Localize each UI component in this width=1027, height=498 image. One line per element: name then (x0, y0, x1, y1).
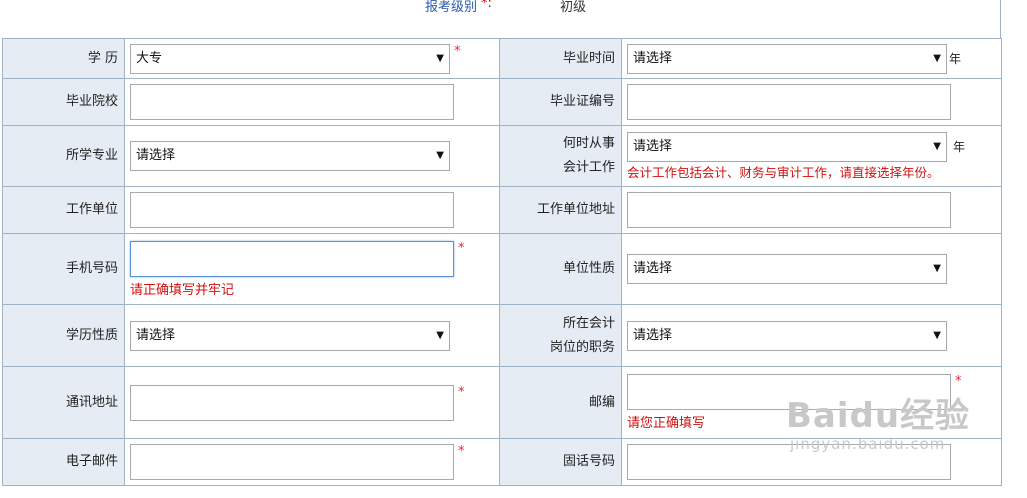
email-input[interactable] (130, 444, 454, 480)
grad-time-select[interactable]: 请选择 ▼ (627, 43, 947, 74)
watermark: Baidu经验 jingyan.baidu.com (786, 388, 970, 453)
position-select[interactable]: 请选择 ▼ (627, 320, 947, 351)
baidu-watermark-logo: Baidu经验 (786, 396, 971, 436)
school-input[interactable] (130, 84, 454, 120)
edu-type-label: 学历性质 (2, 304, 125, 367)
mobile-label: 手机号码 (2, 233, 125, 305)
work-since-hint: 会计工作包括会计、财务与审计工作，请直接选择年份。 (627, 164, 940, 180)
work-since-select[interactable]: 请选择 ▼ (627, 131, 947, 162)
education-select[interactable]: 大专 ▼ (130, 43, 450, 74)
education-label: 学 历 (2, 38, 125, 79)
mobile-hint: 请正确填写并牢记 (130, 282, 235, 298)
level-row: 报考级别 *: 初级 (0, 0, 1001, 38)
postcode-label: 邮编 (499, 366, 622, 439)
dropdown-arrow-icon: ▼ (436, 329, 444, 341)
required-mark: * (454, 43, 461, 59)
watermark-url: jingyan.baidu.com (790, 435, 946, 453)
major-label: 所学专业 (2, 125, 125, 187)
address-label: 通讯地址 (2, 366, 125, 439)
required-mark: * (458, 384, 465, 400)
employer-input[interactable] (130, 192, 454, 228)
position-label: 所在会计 岗位的职务 (499, 304, 622, 367)
level-label: 报考级别 *: (425, 0, 492, 15)
dropdown-arrow-icon: ▼ (933, 263, 941, 274)
required-mark: * (458, 444, 465, 459)
grad-time-label: 毕业时间 (499, 38, 622, 79)
required-mark: * (955, 374, 962, 389)
cert-no-input[interactable] (627, 84, 951, 120)
cert-no-label: 毕业证编号 (499, 78, 622, 126)
phone-label: 固话号码 (499, 438, 622, 486)
employer-label: 工作单位 (2, 186, 125, 234)
email-label: 电子邮件 (2, 438, 125, 486)
dropdown-arrow-icon: ▼ (933, 140, 941, 152)
org-type-select[interactable]: 请选择 ▼ (627, 254, 947, 284)
required-mark: * (458, 240, 465, 256)
work-since-label: 何时从事 会计工作 (499, 125, 622, 187)
employer-addr-label: 工作单位地址 (499, 186, 622, 234)
major-select[interactable]: 请选择 ▼ (130, 141, 450, 171)
level-value: 初级 (560, 0, 587, 15)
school-label: 毕业院校 (2, 78, 125, 126)
employer-addr-input[interactable] (627, 192, 951, 228)
address-input[interactable] (130, 384, 454, 421)
dropdown-arrow-icon: ▼ (436, 52, 444, 64)
org-type-label: 单位性质 (499, 233, 622, 305)
mobile-input[interactable] (130, 240, 454, 277)
year-unit: 年 (953, 140, 966, 154)
edu-type-select[interactable]: 请选择 ▼ (130, 320, 450, 351)
dropdown-arrow-icon: ▼ (933, 52, 941, 64)
year-unit: 年 (949, 52, 962, 66)
dropdown-arrow-icon: ▼ (933, 329, 941, 341)
dropdown-arrow-icon: ▼ (436, 150, 444, 161)
